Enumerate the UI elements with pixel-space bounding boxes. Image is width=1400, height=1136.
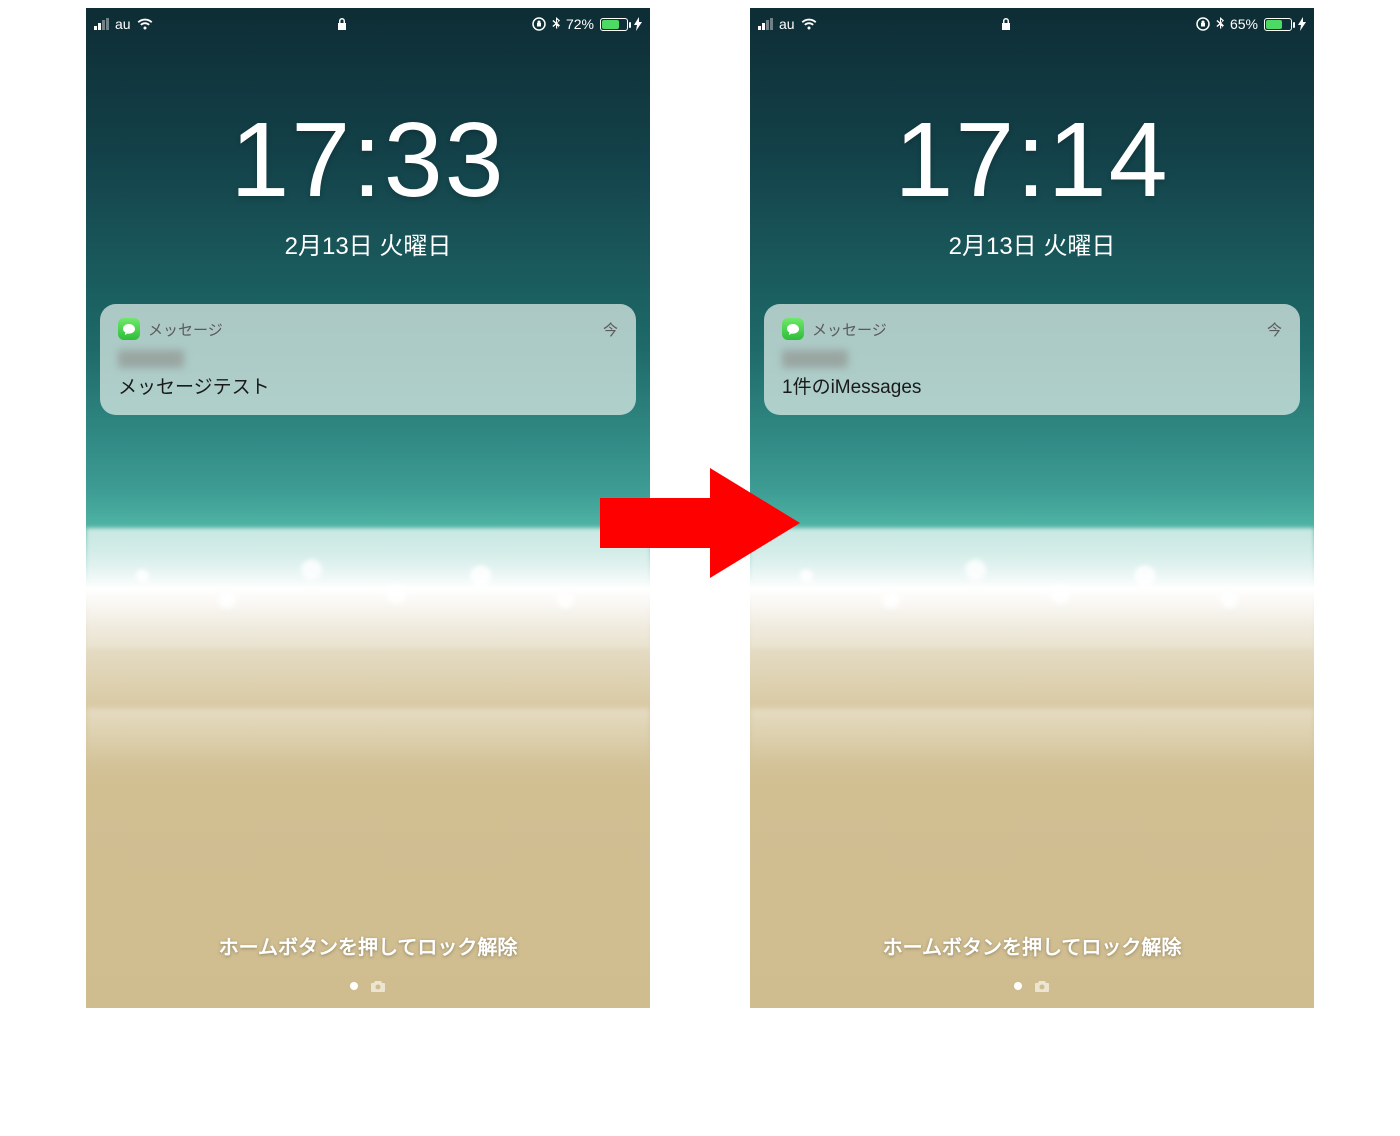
battery-icon [600, 18, 628, 31]
wifi-icon [801, 18, 817, 30]
notification-body: メッセージテスト [118, 372, 618, 399]
signal-icon [758, 18, 773, 30]
bluetooth-icon [552, 17, 560, 31]
charging-icon [1298, 17, 1306, 31]
page-dot [1014, 982, 1022, 990]
notification-card[interactable]: メッセージ 今 メッセージテスト [100, 304, 636, 415]
wallpaper-wave-2 [86, 708, 650, 768]
unlock-hint: ホームボタンを押してロック解除 [86, 931, 650, 960]
wifi-icon [137, 18, 153, 30]
page-indicator [750, 980, 1314, 992]
unlock-hint: ホームボタンを押してロック解除 [750, 931, 1314, 960]
camera-icon[interactable] [1034, 980, 1050, 992]
wallpaper-wave-2 [750, 708, 1314, 768]
lock-screen-right: au 65% [750, 8, 1314, 1008]
lock-date: 2月13日 火曜日 [750, 226, 1314, 261]
notification-sender-redacted [782, 350, 848, 368]
notification-card[interactable]: メッセージ 今 1件のiMessages [764, 304, 1300, 415]
carrier-label: au [115, 16, 131, 32]
notification-body: 1件のiMessages [782, 372, 1282, 399]
status-bar: au 72% [86, 12, 650, 36]
lock-date: 2月13日 火曜日 [86, 226, 650, 261]
signal-icon [94, 18, 109, 30]
battery-icon [1264, 18, 1292, 31]
notification-time: 今 [603, 319, 618, 340]
arrow-icon [600, 468, 800, 578]
notification-app-name: メッセージ [148, 319, 223, 340]
camera-icon[interactable] [370, 980, 386, 992]
notification-app-name: メッセージ [812, 319, 887, 340]
bluetooth-icon [1216, 17, 1224, 31]
lock-icon [337, 17, 347, 31]
wallpaper-wave [750, 528, 1314, 648]
charging-icon [634, 17, 642, 31]
lock-clock: 17:33 [86, 100, 650, 221]
wallpaper-wave [86, 528, 650, 648]
page-dot [350, 982, 358, 990]
notification-sender-redacted [118, 350, 184, 368]
lock-clock: 17:14 [750, 100, 1314, 221]
battery-percent: 65% [1230, 16, 1258, 32]
lock-screen-left: au 72% [86, 8, 650, 1008]
orientation-lock-icon [1196, 17, 1210, 31]
messages-app-icon [782, 318, 804, 340]
orientation-lock-icon [532, 17, 546, 31]
status-bar: au 65% [750, 12, 1314, 36]
battery-percent: 72% [566, 16, 594, 32]
messages-app-icon [118, 318, 140, 340]
lock-icon [1001, 17, 1011, 31]
notification-time: 今 [1267, 319, 1282, 340]
page-indicator [86, 980, 650, 992]
carrier-label: au [779, 16, 795, 32]
